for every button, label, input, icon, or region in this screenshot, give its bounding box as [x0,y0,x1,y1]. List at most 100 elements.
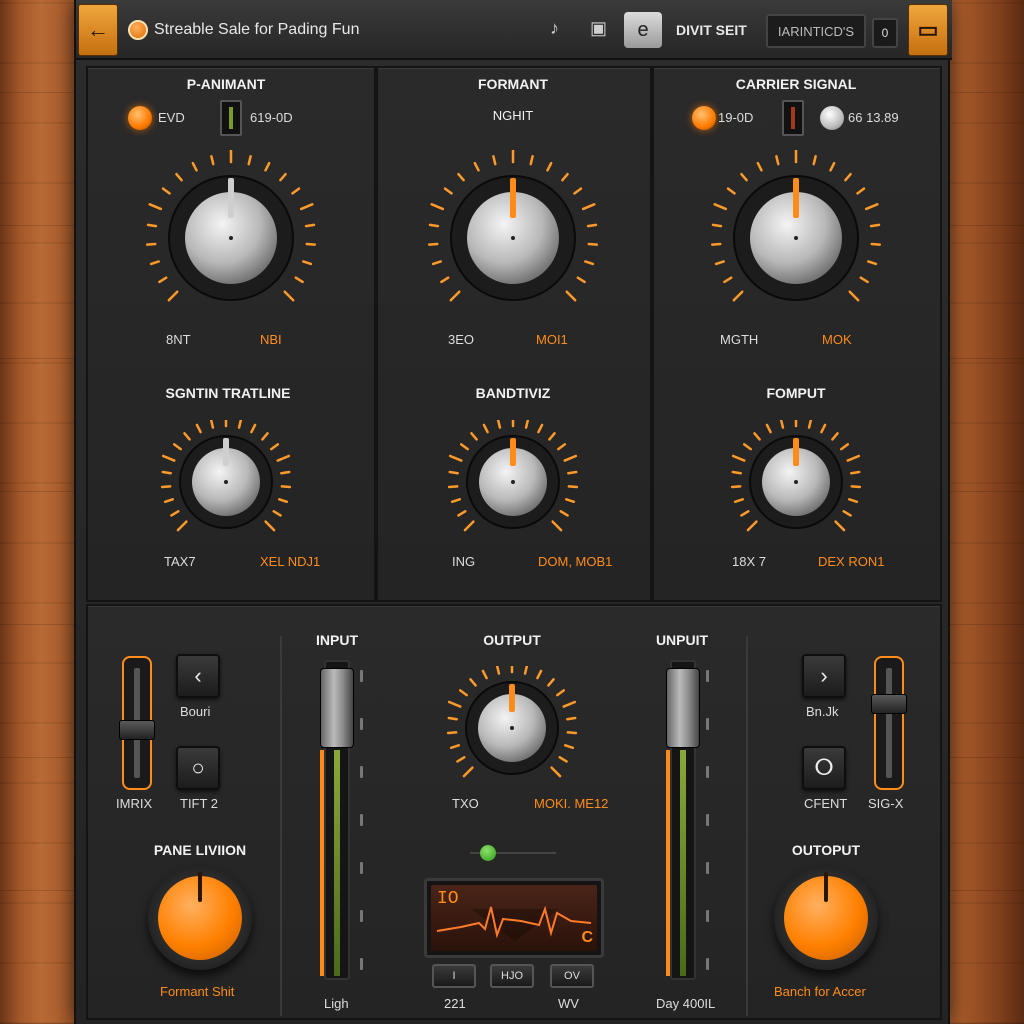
output-title: OUTPUT [483,632,541,648]
knob-tratline[interactable] [156,420,296,550]
led-indicator[interactable] [692,106,716,130]
top-bar: ← Streable Sale for Pading Fun ♪ ▣ e DIV… [76,0,952,60]
music-note-icon[interactable]: ♪ [550,18,559,39]
unput-fader-handle[interactable] [666,668,700,748]
divider [280,636,282,1016]
title-area: Streable Sale for Pading Fun [128,12,359,48]
menu-button[interactable]: ▭ [908,4,948,56]
fader-tick [360,670,363,682]
face-button[interactable]: ⵔ [802,746,846,790]
mini-meter [220,100,242,136]
button-label: CFENT [804,796,848,811]
plugin-window: ← Streable Sale for Pading Fun ♪ ▣ e DIV… [74,0,952,1024]
camera-icon[interactable]: ▣ [590,18,607,39]
knob-title: OUTOPUT [791,842,861,858]
value-readout: 619-0D [250,110,293,125]
knob-caption: Formant Shit [160,984,235,999]
chevron-left-icon: ‹ [194,663,202,688]
preset-display[interactable]: IARINTICD'S [766,14,866,48]
knob-carrier[interactable] [696,150,896,330]
knob2-min-label: TAX7 [164,554,196,569]
waveform-trace [436,905,592,941]
panel-title: CARRIER SIGNAL [735,76,857,92]
knob-formant[interactable] [413,150,613,330]
chevron-right-icon: › [820,663,828,688]
input-meter-bar [334,750,340,976]
preset-number[interactable]: 0 [872,18,898,48]
knob-output[interactable] [726,420,866,550]
knob-min-label: TXO [452,796,479,811]
output-big-knob[interactable] [774,866,878,970]
back-button[interactable]: ← [78,4,118,56]
slider-label: SIG-X [868,796,904,811]
mix-slider-handle[interactable] [119,720,155,740]
knob-min-label: MGTH [720,332,759,347]
fader-title: INPUT [316,632,358,648]
caption-left: 221 [444,996,466,1011]
mini-slider-handle[interactable] [480,845,496,861]
caption-right: WV [558,996,579,1011]
led-indicator[interactable] [128,106,152,130]
fader-tick [360,958,363,970]
next-button[interactable]: › [802,654,846,698]
fader-tick [706,670,709,682]
button-label: Bouri [180,704,211,719]
knob-max-label: MOKI. ME12 [534,796,609,811]
led-indicator-white[interactable] [820,106,844,130]
button-label: TIFT 2 [180,796,219,811]
knob-bandwidth[interactable] [443,420,583,550]
panel-title: P-ANIMANT [186,76,266,92]
value-readout: 66 13.89 [848,110,899,125]
waveform-display: IO C [424,878,604,958]
fader-tick [706,766,709,778]
preset-label: DIVIT SEIT [676,22,747,38]
knob2-min-label: 18X 7 [732,554,766,569]
formant-shift-knob[interactable] [148,866,252,970]
knob-max-label: NBI [260,332,282,347]
edit-button[interactable]: e [624,12,662,48]
knob2-max-label: DOM, MOB1 [538,554,613,569]
fader-caption: Day 400IL [656,996,716,1011]
display-button-1[interactable]: I [432,964,476,988]
knob-max-label: MOK [822,332,852,347]
knob2-max-label: XEL NDJ1 [260,554,321,569]
button-label: Bn.Jk [806,704,839,719]
unput-level-bar [666,750,670,976]
sig-slider[interactable] [874,656,904,790]
fader-tick [360,910,363,922]
panel-subtitle: NGHIT [492,108,534,123]
fader-tick [706,958,709,970]
knob2-min-label: ING [452,554,476,569]
display-button-3[interactable]: OV [550,964,594,988]
plugin-title: Streable Sale for Pading Fun [154,21,360,38]
knob2-title: BANDTIVIZ [475,385,551,401]
fader-tick [360,766,363,778]
panel-title: FORMANT [478,76,548,92]
fader-tick [706,718,709,730]
menu-icon: ▭ [917,17,939,42]
power-indicator-icon[interactable] [128,20,148,40]
output-knob[interactable] [442,666,582,796]
face-icon: ⵔ [814,755,834,780]
knob2-title: SGNTIN TRATLINE [165,385,291,401]
fader-tick [360,862,363,874]
display-button-2[interactable]: HJO [490,964,534,988]
knob-max-label: MOI1 [536,332,568,347]
knob-title: PANE LIVIION [153,842,247,858]
sig-slider-handle[interactable] [871,694,907,714]
fader-caption: Ligh [324,996,349,1011]
knob-animant[interactable] [131,150,331,330]
fader-title: UNPUIT [655,632,709,648]
unput-meter-bar [680,750,686,976]
fader-tick [360,718,363,730]
led-label: EVD [158,110,185,125]
record-button[interactable]: ○ [176,746,220,790]
prev-button[interactable]: ‹ [176,654,220,698]
mini-meter [782,100,804,136]
knob2-max-label: DEX RON1 [818,554,885,569]
knob-min-label: 3EO [448,332,475,347]
slider-label: IMRIX [116,796,153,811]
knob-min-label: 8NT [166,332,191,347]
fader-tick [706,910,709,922]
input-fader-handle[interactable] [320,668,354,748]
